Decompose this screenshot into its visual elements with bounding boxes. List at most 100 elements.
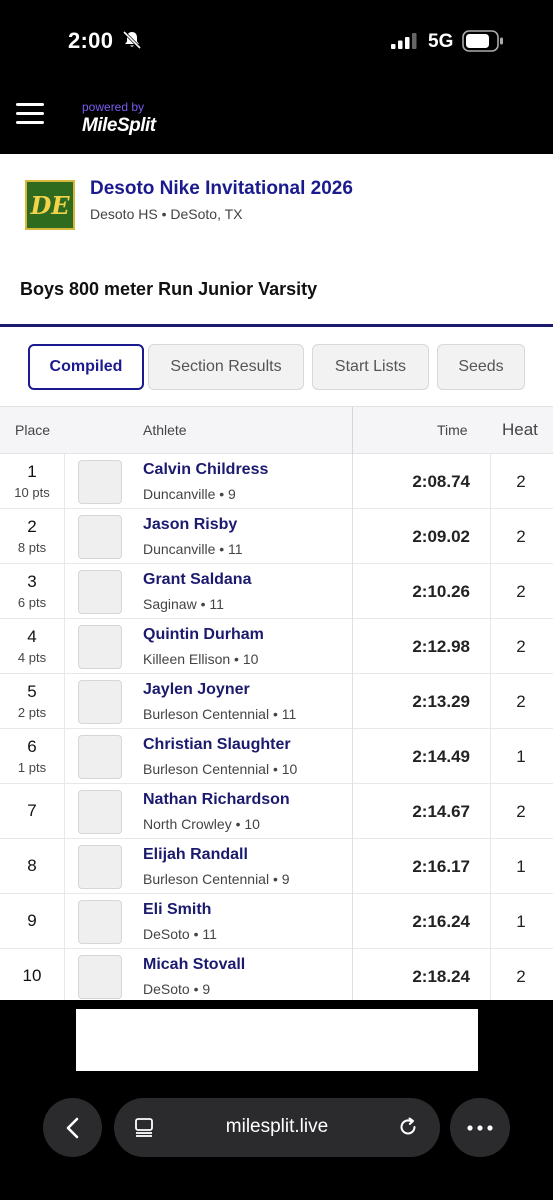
result-time: 2:13.29 xyxy=(412,692,470,711)
place-points: 4 pts xyxy=(17,650,47,665)
table-row[interactable]: 1 10 pts Calvin Childress Duncanville • 9 2:… xyxy=(0,454,553,509)
athlete-avatar xyxy=(78,515,122,559)
place-points: 2 pts xyxy=(17,705,47,720)
table-row[interactable]: 5 2 pts Jaylen Joyner Burleson Centennial •… xyxy=(0,674,553,729)
tab-start-lists[interactable]: Start Lists xyxy=(312,344,429,390)
athlete-team-grade: North Crowley • 10 xyxy=(143,816,260,832)
table-row[interactable]: 10 Micah Stovall DeSoto • 9 2:18.24 2 xyxy=(0,949,553,1000)
tab-seeds[interactable]: Seeds xyxy=(437,344,525,390)
table-row[interactable]: 9 Eli Smith DeSoto • 11 2:16.24 1 xyxy=(0,894,553,949)
athlete-avatar xyxy=(78,900,122,944)
heat-number: 2 xyxy=(516,692,526,711)
result-time: 2:16.24 xyxy=(412,912,470,931)
chevron-left-icon xyxy=(66,1117,78,1138)
place-points: 6 pts xyxy=(17,595,47,610)
place-number: 7 xyxy=(27,801,37,820)
table-row[interactable]: 6 1 pts Christian Slaughter Burleson Centen… xyxy=(0,729,553,784)
header-heat: Heat xyxy=(502,420,538,439)
athlete-team-grade: Duncanville • 11 xyxy=(143,541,243,557)
result-time: 2:14.67 xyxy=(412,802,470,821)
tab-compiled[interactable]: Compiled xyxy=(28,344,144,390)
table-row[interactable]: 2 8 pts Jason Risby Duncanville • 11 2:09.02… xyxy=(0,509,553,564)
tab-bar: Compiled Section Results Start Lists See… xyxy=(0,344,553,392)
athlete-name[interactable]: Christian Slaughter xyxy=(143,736,291,754)
cell-divider xyxy=(64,839,65,894)
table-header: Place Athlete Time Heat xyxy=(0,406,553,455)
meet-title[interactable]: Desoto Nike Invitational 2026 xyxy=(90,178,353,200)
heat-number: 2 xyxy=(516,802,526,821)
heat-number: 2 xyxy=(516,472,526,491)
result-time: 2:16.17 xyxy=(412,857,470,876)
place-number: 10 xyxy=(22,966,42,985)
more-options-button[interactable] xyxy=(450,1098,510,1157)
athlete-avatar xyxy=(78,625,122,669)
athlete-team-grade: Saginaw • 11 xyxy=(143,596,224,612)
cell-divider xyxy=(64,674,65,729)
browser-toolbar: milesplit.live xyxy=(0,1075,553,1200)
reload-icon[interactable] xyxy=(397,1116,419,1138)
athlete-avatar xyxy=(78,790,122,834)
signal-icon xyxy=(391,33,417,49)
result-time: 2:12.98 xyxy=(412,637,470,656)
athlete-avatar xyxy=(78,845,122,889)
athlete-name[interactable]: Grant Saldana xyxy=(143,571,251,589)
athlete-name[interactable]: Nathan Richardson xyxy=(143,791,290,809)
place-points: 10 pts xyxy=(14,485,50,500)
hamburger-menu-icon[interactable] xyxy=(16,103,44,125)
ellipsis-icon xyxy=(467,1124,493,1131)
heat-number: 1 xyxy=(516,747,526,766)
bell-muted-icon xyxy=(122,30,142,50)
place-number: 9 xyxy=(27,911,37,930)
athlete-name[interactable]: Jaylen Joyner xyxy=(143,681,250,699)
header-time: Time xyxy=(437,422,468,438)
milesplit-logo[interactable]: MileSplit xyxy=(82,115,156,137)
status-bar: 2:00 5G xyxy=(0,0,553,82)
athlete-name[interactable]: Eli Smith xyxy=(143,901,211,919)
athlete-name[interactable]: Quintin Durham xyxy=(143,626,264,644)
main-content: DE Desoto Nike Invitational 2026 Desoto … xyxy=(0,154,553,1000)
cell-divider xyxy=(64,784,65,839)
athlete-team-grade: Duncanville • 9 xyxy=(143,486,236,502)
cell-divider xyxy=(64,729,65,784)
heat-number: 2 xyxy=(516,637,526,656)
table-row[interactable]: 8 Elijah Randall Burleson Centennial • 9 2:… xyxy=(0,839,553,894)
place-number: 5 xyxy=(27,682,37,701)
network-label: 5G xyxy=(428,31,454,52)
athlete-team-grade: Killeen Ellison • 10 xyxy=(143,651,259,667)
cell-divider xyxy=(64,619,65,674)
athlete-name[interactable]: Calvin Childress xyxy=(143,461,268,479)
status-time: 2:00 xyxy=(68,28,114,53)
athlete-name[interactable]: Elijah Randall xyxy=(143,846,248,864)
result-time: 2:08.74 xyxy=(412,472,470,491)
table-row[interactable]: 3 6 pts Grant Saldana Saginaw • 11 2:10.26 2 xyxy=(0,564,553,619)
place-points: 8 pts xyxy=(17,540,47,555)
header-athlete: Athlete xyxy=(143,422,187,438)
table-row[interactable]: 7 Nathan Richardson North Crowley • 10 2:14… xyxy=(0,784,553,839)
powered-by-label: powered by xyxy=(82,100,145,114)
cell-divider xyxy=(64,894,65,949)
athlete-avatar xyxy=(78,460,122,504)
tab-section-results[interactable]: Section Results xyxy=(148,344,304,390)
place-points: 1 pts xyxy=(17,760,47,775)
header-divider xyxy=(352,407,353,455)
athlete-team-grade: Burleson Centennial • 9 xyxy=(143,871,290,887)
athlete-team-grade: Burleson Centennial • 10 xyxy=(143,761,298,777)
athlete-avatar xyxy=(78,680,122,724)
address-bar[interactable]: milesplit.live xyxy=(114,1098,440,1157)
ad-banner[interactable] xyxy=(76,1009,478,1071)
heat-number: 2 xyxy=(516,582,526,601)
back-button[interactable] xyxy=(43,1098,102,1157)
battery-icon xyxy=(462,30,503,52)
result-time: 2:14.49 xyxy=(412,747,470,766)
result-time: 2:10.26 xyxy=(412,582,470,601)
athlete-team-grade: DeSoto • 11 xyxy=(143,926,217,942)
cell-divider xyxy=(64,509,65,564)
meet-location: Desoto HS • DeSoto, TX xyxy=(90,206,243,222)
athlete-name[interactable]: Micah Stovall xyxy=(143,956,245,974)
athlete-name[interactable]: Jason Risby xyxy=(143,516,237,534)
result-time: 2:09.02 xyxy=(412,527,470,546)
athlete-avatar xyxy=(78,570,122,614)
place-number: 6 xyxy=(27,737,37,756)
table-row[interactable]: 4 4 pts Quintin Durham Killeen Ellison • 10… xyxy=(0,619,553,674)
place-number: 2 xyxy=(27,517,37,536)
